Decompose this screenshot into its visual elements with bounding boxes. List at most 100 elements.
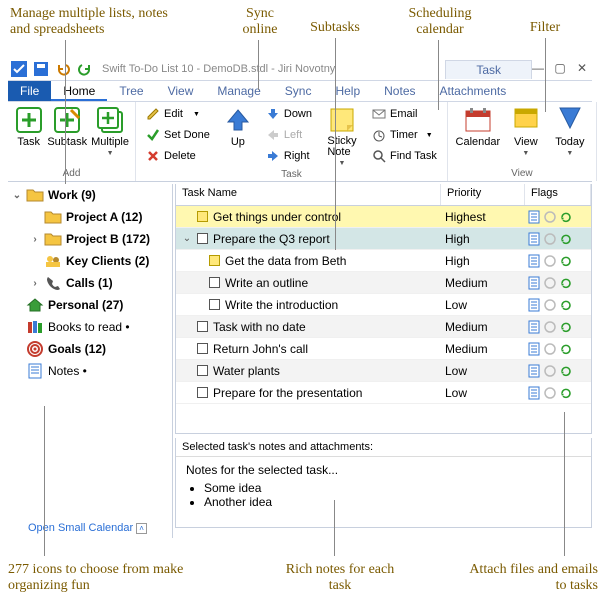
edit-button[interactable]: Edit▼ — [142, 104, 214, 124]
subtask-button[interactable]: Subtask — [47, 104, 87, 148]
checkbox[interactable] — [209, 299, 220, 310]
undo-icon[interactable] — [55, 61, 71, 77]
context-tab-task[interactable]: Task — [445, 60, 532, 79]
tree-item[interactable]: Books to read • — [8, 316, 172, 338]
recur-flag-icon[interactable] — [559, 276, 573, 290]
folder-gold-icon — [44, 209, 62, 225]
up-button[interactable]: Up — [218, 104, 258, 148]
ribbon-tab-home[interactable]: Home — [51, 81, 107, 101]
set-done-button[interactable]: Set Done — [142, 125, 214, 145]
ribbon-tab-attachments[interactable]: Attachments — [428, 81, 519, 101]
task-row[interactable]: Write an outlineMedium — [176, 272, 591, 294]
tree-item[interactable]: Personal (27) — [8, 294, 172, 316]
sticky-note-button[interactable]: Sticky Note ▼ — [320, 104, 364, 167]
ribbon-tab-manage[interactable]: Manage — [205, 81, 272, 101]
ribbon-tab-tree[interactable]: Tree — [107, 81, 155, 101]
maximize-button[interactable]: ▢ — [552, 60, 568, 76]
view-button[interactable]: View ▼ — [506, 104, 546, 157]
ribbon-tab-help[interactable]: Help — [323, 81, 372, 101]
tree-item[interactable]: Notes • — [8, 360, 172, 382]
attach-flag-icon[interactable] — [543, 364, 557, 378]
note-flag-icon[interactable] — [527, 298, 541, 312]
ribbon-tab-sync[interactable]: Sync — [273, 81, 324, 101]
task-row[interactable]: Return John's callMedium — [176, 338, 591, 360]
col-header-flags[interactable]: Flags — [525, 184, 591, 205]
recur-flag-icon[interactable] — [559, 232, 573, 246]
note-flag-icon[interactable] — [527, 342, 541, 356]
attach-flag-icon[interactable] — [543, 254, 557, 268]
right-button[interactable]: Right — [262, 146, 316, 166]
task-button[interactable]: Task — [14, 104, 43, 148]
minimize-button[interactable]: — — [530, 60, 546, 76]
calendar-button[interactable]: Calendar — [454, 104, 502, 148]
note-flag-icon[interactable] — [527, 232, 541, 246]
today-button[interactable]: Today ▼ — [550, 104, 590, 157]
edit-label: Edit — [164, 108, 183, 120]
checkbox[interactable] — [197, 387, 208, 398]
task-row[interactable]: Water plantsLow — [176, 360, 591, 382]
checkbox[interactable] — [197, 321, 208, 332]
checkbox[interactable] — [197, 343, 208, 354]
tree-item[interactable]: Project A (12) — [8, 206, 172, 228]
note-flag-icon[interactable] — [527, 254, 541, 268]
save-icon[interactable] — [33, 61, 49, 77]
email-button[interactable]: Email — [368, 104, 441, 124]
task-row[interactable]: Task with no dateMedium — [176, 316, 591, 338]
checkbox[interactable] — [197, 233, 208, 244]
attach-flag-icon[interactable] — [543, 210, 557, 224]
recur-flag-icon[interactable] — [559, 364, 573, 378]
recur-flag-icon[interactable] — [559, 254, 573, 268]
task-row[interactable]: Prepare for the presentationLow — [176, 382, 591, 404]
left-button[interactable]: Left — [262, 125, 316, 145]
note-flag-icon[interactable] — [527, 364, 541, 378]
tree-item[interactable]: ›Project B (172) — [8, 228, 172, 250]
tree-item[interactable]: Key Clients (2) — [8, 250, 172, 272]
attach-flag-icon[interactable] — [543, 276, 557, 290]
note-flag-icon[interactable] — [527, 320, 541, 334]
open-small-calendar-link[interactable]: Open Small Calendar ˄ — [28, 522, 147, 534]
expander-icon[interactable]: ⌄ — [12, 190, 22, 201]
notes-body[interactable]: Notes for the selected task... Some idea… — [176, 457, 591, 515]
recur-flag-icon[interactable] — [559, 210, 573, 224]
col-header-name[interactable]: Task Name — [176, 184, 441, 205]
task-row[interactable]: Get the data from BethHigh — [176, 250, 591, 272]
attach-flag-icon[interactable] — [543, 320, 557, 334]
expander-icon[interactable]: ⌄ — [182, 233, 192, 244]
task-row[interactable]: Write the introductionLow — [176, 294, 591, 316]
checkbox[interactable] — [197, 365, 208, 376]
tree-item[interactable]: Goals (12) — [8, 338, 172, 360]
note-flag-icon[interactable] — [527, 386, 541, 400]
multiple-button[interactable]: Multiple ▼ — [91, 104, 129, 157]
attach-flag-icon[interactable] — [543, 342, 557, 356]
find-label: Find Task — [390, 150, 437, 162]
note-flag-icon[interactable] — [527, 210, 541, 224]
checkbox[interactable] — [209, 277, 220, 288]
folder-gold-icon — [44, 231, 62, 247]
find-task-button[interactable]: Find Task — [368, 146, 441, 166]
col-header-priority[interactable]: Priority — [441, 184, 525, 205]
expander-icon[interactable]: › — [30, 234, 40, 245]
down-button[interactable]: Down — [262, 104, 316, 124]
tree-item[interactable]: ⌄Work (9) — [8, 184, 172, 206]
ribbon-tab-notes[interactable]: Notes — [372, 81, 427, 101]
attach-flag-icon[interactable] — [543, 298, 557, 312]
recur-flag-icon[interactable] — [559, 342, 573, 356]
note-flag-icon[interactable] — [527, 276, 541, 290]
task-row[interactable]: Get things under controlHighest — [176, 206, 591, 228]
recur-flag-icon[interactable] — [559, 386, 573, 400]
recur-flag-icon[interactable] — [559, 298, 573, 312]
redo-icon[interactable] — [77, 61, 93, 77]
attach-flag-icon[interactable] — [543, 386, 557, 400]
delete-button[interactable]: Delete — [142, 146, 214, 166]
tree-item[interactable]: ›Calls (1) — [8, 272, 172, 294]
timer-button[interactable]: Timer▼ — [368, 125, 441, 145]
ribbon-tab-view[interactable]: View — [156, 81, 206, 101]
file-tab[interactable]: File — [8, 81, 51, 101]
checkbox[interactable] — [209, 255, 220, 266]
recur-flag-icon[interactable] — [559, 320, 573, 334]
expander-icon[interactable]: › — [30, 278, 40, 289]
close-button[interactable]: ✕ — [574, 60, 590, 76]
task-row[interactable]: ⌄Prepare the Q3 reportHigh — [176, 228, 591, 250]
checkbox[interactable] — [197, 211, 208, 222]
attach-flag-icon[interactable] — [543, 232, 557, 246]
